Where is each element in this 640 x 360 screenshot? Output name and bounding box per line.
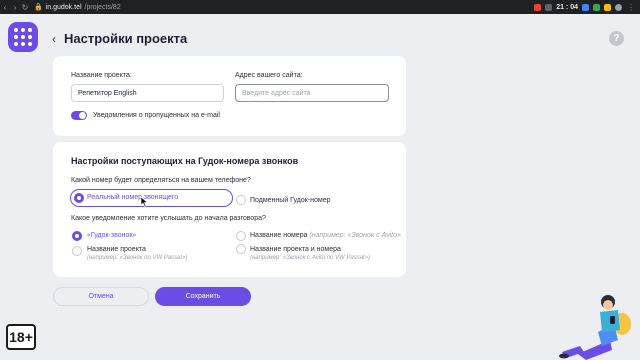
extension-icon[interactable]	[593, 3, 600, 11]
back-nav-icon[interactable]: ‹	[0, 3, 10, 12]
notification-question: Какое уведомление хотите услышать до нач…	[71, 215, 266, 222]
option-substitute-number-label[interactable]: Подменный Гудок-номер	[250, 197, 331, 204]
cancel-button[interactable]: Отмена	[53, 287, 149, 306]
age-rating-badge: 18+	[6, 324, 36, 350]
project-name-label: Название проекта:	[71, 72, 132, 79]
call-settings-title: Настройки поступающих на Гудок-номера зв…	[71, 156, 299, 166]
page-title: Настройки проекта	[64, 31, 188, 46]
number-question: Какой номер будет определяться на вашем …	[71, 177, 251, 184]
option-project-name-label[interactable]: Название проекта	[87, 246, 146, 253]
apps-grid-icon[interactable]	[8, 22, 38, 52]
radio-gudok-call[interactable]	[72, 231, 82, 241]
browser-toolbar: ‹ › ↻ 🔒 in.gudok.tel/projects/82 21 : 04…	[0, 0, 640, 14]
project-name-input[interactable]: Репетитор English	[71, 84, 224, 102]
back-arrow-icon[interactable]: ‹	[52, 32, 56, 46]
menu-dots-icon[interactable]: ⋮	[626, 3, 636, 12]
extension-icon[interactable]	[534, 3, 542, 11]
option-project-and-number-hint: (например: «Звонок с Avito по VW Passat»…	[250, 255, 371, 261]
call-settings-card: Настройки поступающих на Гудок-номера зв…	[53, 142, 406, 277]
person-with-phone-illustration	[559, 295, 631, 360]
reload-icon[interactable]: ↻	[20, 3, 30, 12]
mouse-cursor-icon	[141, 197, 149, 207]
radio-substitute-number[interactable]	[236, 195, 246, 205]
forward-nav-icon[interactable]: ›	[10, 3, 20, 12]
option-number-name-label[interactable]: Название номера (например: «Звонок с Avi…	[250, 232, 401, 239]
radio-project-name[interactable]	[72, 246, 82, 256]
save-button[interactable]: Сохранить	[155, 287, 251, 306]
project-settings-card: Название проекта: Репетитор English Адре…	[53, 56, 406, 136]
radio-real-number[interactable]	[74, 193, 84, 203]
extension-icon[interactable]	[582, 3, 589, 11]
page-header: ‹ Настройки проекта	[52, 31, 187, 46]
radio-number-name[interactable]	[236, 231, 246, 241]
avatar[interactable]	[615, 3, 622, 11]
option-gudok-call-label[interactable]: «Гудок-звонок»	[87, 232, 136, 239]
extension-icon[interactable]	[604, 3, 611, 11]
address-bar[interactable]: 🔒 in.gudok.tel/projects/82	[34, 3, 121, 12]
site-address-label: Адрес вашего сайта:	[235, 72, 303, 79]
option-project-and-number-label[interactable]: Название проекта и номера	[250, 246, 341, 253]
url-host: in.gudok.tel	[45, 3, 82, 11]
email-notify-toggle[interactable]	[71, 111, 87, 120]
help-icon[interactable]: ?	[609, 31, 624, 46]
clock-text: 21 : 04	[556, 3, 578, 11]
email-notify-label: Уведомления о пропущенных на e-mail	[93, 112, 220, 119]
url-path: /projects/82	[84, 3, 121, 11]
site-address-input[interactable]: Введите адрес сайта	[235, 84, 389, 102]
option-project-name-hint: (например: «Звонок по VW Passat»)	[87, 255, 188, 261]
extension-icon[interactable]	[545, 3, 553, 11]
option-real-number-label[interactable]: Реальный номер звонящего	[87, 194, 178, 201]
radio-project-and-number[interactable]	[236, 244, 246, 254]
lock-icon: 🔒	[34, 4, 43, 11]
